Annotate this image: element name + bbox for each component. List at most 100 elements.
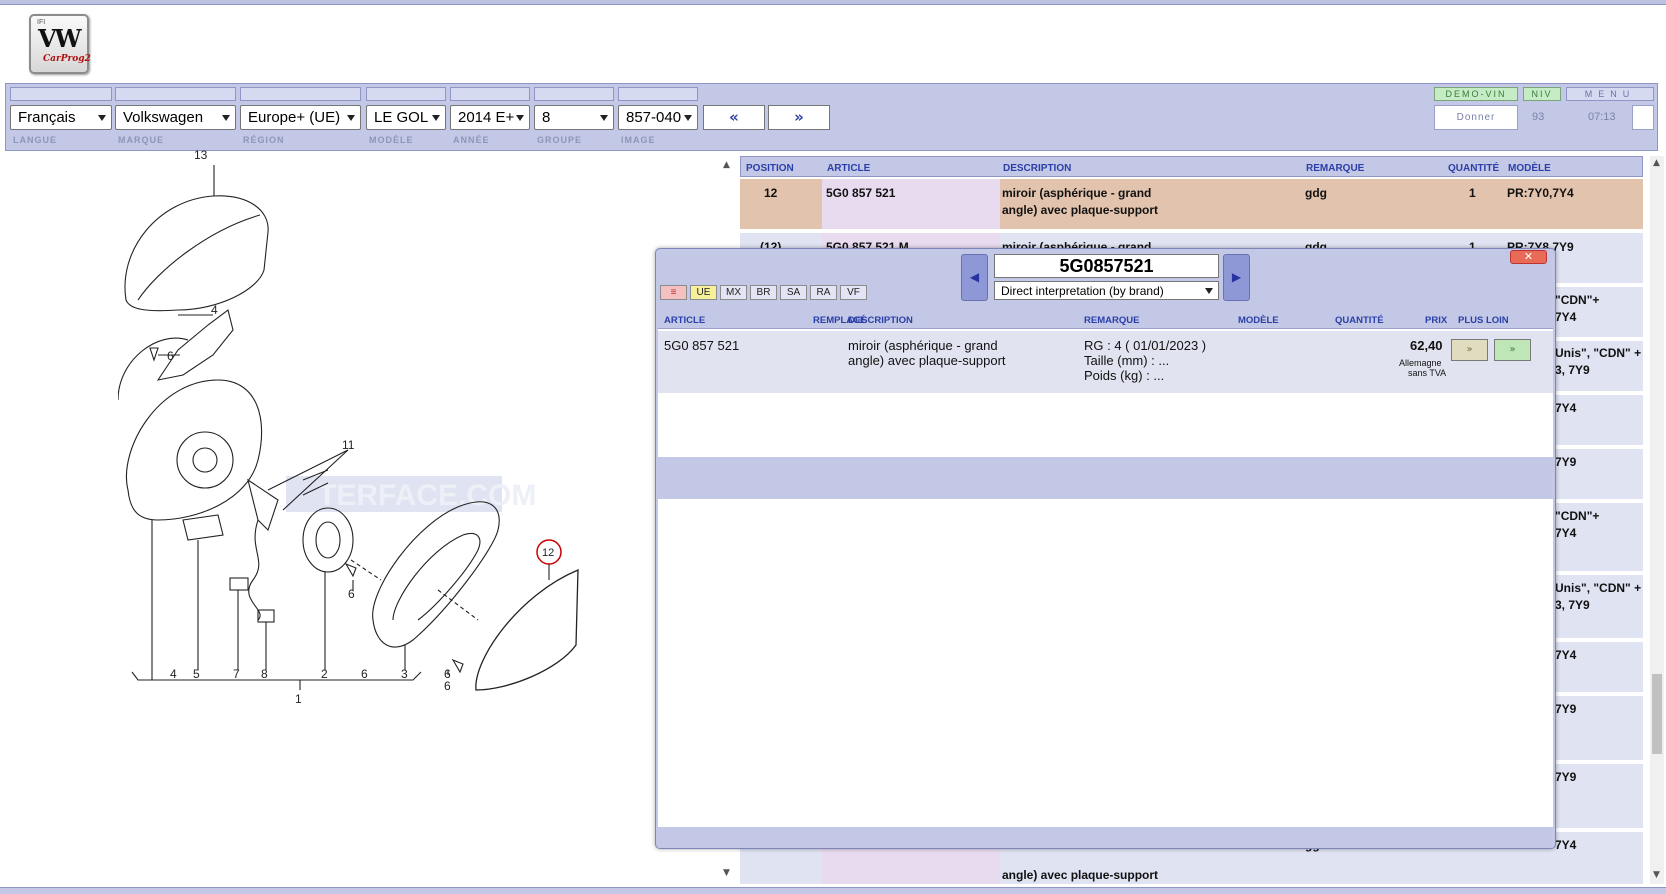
donner-input[interactable]: Donner	[1434, 105, 1518, 130]
popup-col-description[interactable]: DESCRIPTION	[848, 315, 913, 326]
row-model-fragment: "CDN"+	[1555, 293, 1600, 307]
header-tab-4[interactable]	[366, 87, 446, 101]
cap-bracket-part	[156, 309, 234, 381]
language-select[interactable]: Français	[10, 105, 112, 130]
callout-6-bottom: 6	[361, 667, 368, 681]
menu-button[interactable]: MENU	[1566, 87, 1654, 101]
row-model-fragment: Unis", "CDN" +	[1555, 346, 1642, 360]
bracket-frame-line	[118, 337, 189, 401]
market-mx-button[interactable]: MX	[720, 285, 747, 300]
header-tab-7[interactable]	[618, 87, 698, 101]
next-part-button[interactable]: ▶	[1223, 254, 1250, 301]
col-remark[interactable]: REMARQUE	[1306, 163, 1364, 174]
popup-remark-1: RG : 4 ( 01/01/2023 )	[1084, 338, 1207, 353]
callout-12: 12	[542, 547, 554, 559]
row-model-fragment: 7Y4	[1555, 526, 1577, 540]
scroll-up-arrow[interactable]: ▲	[723, 160, 730, 170]
brand-select[interactable]: Volkswagen	[115, 105, 236, 130]
demo-vin-button[interactable]: DEMO-VIN	[1434, 87, 1518, 101]
page-scroll-up[interactable]: ▲	[1653, 158, 1660, 168]
year-value: 2014 E+	[458, 109, 515, 126]
callout-6-top: 6	[167, 349, 174, 363]
market-vf-button[interactable]: VF	[840, 285, 867, 300]
year-select[interactable]: 2014 E+	[450, 105, 530, 130]
popup-col-remark[interactable]: REMARQUE	[1084, 315, 1139, 326]
callout-6-mid: 6	[348, 587, 355, 601]
popup-table-header: ARTICLE REMPLACÉ DESCRIPTION REMARQUE MO…	[658, 309, 1553, 329]
market-all-button[interactable]: ≡	[660, 285, 687, 300]
interpretation-select[interactable]: Direct interpretation (by brand)	[994, 281, 1219, 300]
group-label: GROUPE	[537, 135, 583, 145]
popup-result-row[interactable]: 5G0 857 521 miroir (asphérique - grand a…	[658, 331, 1553, 393]
bottom-border	[0, 887, 1666, 894]
callout-4-top: 4	[211, 303, 218, 317]
col-description[interactable]: DESCRIPTION	[1003, 163, 1071, 174]
year-label: ANNÉE	[453, 135, 490, 145]
row-model-fragment: 3, 7Y9	[1555, 598, 1590, 612]
popup-col-article[interactable]: ARTICLE	[664, 315, 705, 326]
part-number-input[interactable]: 5G0857521	[994, 254, 1219, 278]
previous-image-button[interactable]: «	[703, 105, 765, 130]
table-row[interactable]: 12 5G0 857 521 miroir (asphérique - gran…	[740, 179, 1643, 231]
popup-col-more[interactable]: PLUS LOIN	[1458, 315, 1509, 326]
header-tab-3[interactable]	[240, 87, 361, 101]
col-article[interactable]: ARTICLE	[827, 163, 870, 174]
col-model[interactable]: MODÈLE	[1508, 163, 1551, 174]
row-quantity: 1	[1469, 186, 1476, 200]
popup-article[interactable]: 5G0 857 521	[664, 338, 739, 353]
market-br-button[interactable]: BR	[750, 285, 777, 300]
row-model-fragment: 7Y4	[1555, 310, 1577, 324]
popup-description-1: miroir (asphérique - grand	[848, 338, 998, 353]
group-value: 8	[542, 109, 551, 126]
header-tab-2[interactable]	[115, 87, 236, 101]
market-ue-button[interactable]: UE	[690, 285, 717, 300]
previous-part-button[interactable]: ◀	[961, 254, 988, 301]
market-sa-button[interactable]: SA	[780, 285, 807, 300]
region-value: Europe+ (UE)	[248, 109, 341, 126]
screw-frame-part	[451, 658, 464, 674]
region-select[interactable]: Europe+ (UE)	[240, 105, 361, 130]
niv-button[interactable]: NIV	[1523, 87, 1561, 101]
image-select[interactable]: 857-040	[618, 105, 698, 130]
cable-part	[248, 519, 261, 621]
count-value: 93	[1532, 111, 1545, 123]
row-model-fragment: 7Y9	[1555, 770, 1577, 784]
close-popup-button[interactable]: ✕	[1510, 250, 1547, 264]
group-select[interactable]: 8	[534, 105, 614, 130]
popup-remark-2: Taille (mm) : ...	[1084, 353, 1170, 368]
popup-col-model[interactable]: MODÈLE	[1238, 315, 1279, 326]
clip-part	[182, 514, 224, 541]
region-label: RÉGION	[243, 135, 285, 145]
popup-separator-bar	[658, 457, 1553, 499]
header-tab-6[interactable]	[534, 87, 614, 101]
row-article[interactable]: 5G0 857 521	[826, 185, 895, 202]
header-tab-5[interactable]	[450, 87, 530, 101]
header-tab-1[interactable]	[10, 87, 112, 101]
logo-brand: VW	[38, 24, 82, 53]
page-scrollbar[interactable]: ▲ ▼	[1650, 156, 1664, 884]
watermark-text: TERFACE.COM	[318, 479, 536, 512]
row-model-fragment: 7Y4	[1555, 648, 1577, 662]
next-image-button[interactable]: »	[768, 105, 830, 130]
col-position[interactable]: POSITION	[746, 163, 794, 174]
popup-col-price[interactable]: PRIX	[1425, 315, 1447, 326]
scroll-down-arrow[interactable]: ▼	[723, 868, 730, 878]
callout-6-screw: 6	[444, 679, 451, 693]
callout-11: 11	[342, 438, 355, 452]
app-logo[interactable]: IFI VW CarProg2	[29, 14, 91, 74]
page-scroll-down[interactable]: ▼	[1653, 870, 1660, 880]
col-quantity[interactable]: QUANTITÉ	[1448, 163, 1499, 174]
mirror-frame-part	[372, 501, 500, 648]
top-border	[0, 0, 1666, 5]
more-info-button[interactable]: »	[1451, 339, 1488, 361]
market-ra-button[interactable]: RA	[810, 285, 837, 300]
callout-7: 7	[233, 667, 240, 681]
add-to-cart-button[interactable]: »	[1494, 339, 1531, 361]
row-model-fragment: 7Y4	[1555, 838, 1577, 852]
extra-field[interactable]	[1632, 105, 1654, 130]
popup-remark-3: Poids (kg) : ...	[1084, 368, 1165, 383]
model-select[interactable]: LE GOL	[366, 105, 446, 130]
part-details-popup: ✕ ◀ ▶ 5G0857521 Direct interpretation (b…	[655, 248, 1556, 849]
popup-col-quantity[interactable]: QUANTITÉ	[1335, 315, 1384, 326]
page-scroll-thumb[interactable]	[1652, 674, 1662, 754]
